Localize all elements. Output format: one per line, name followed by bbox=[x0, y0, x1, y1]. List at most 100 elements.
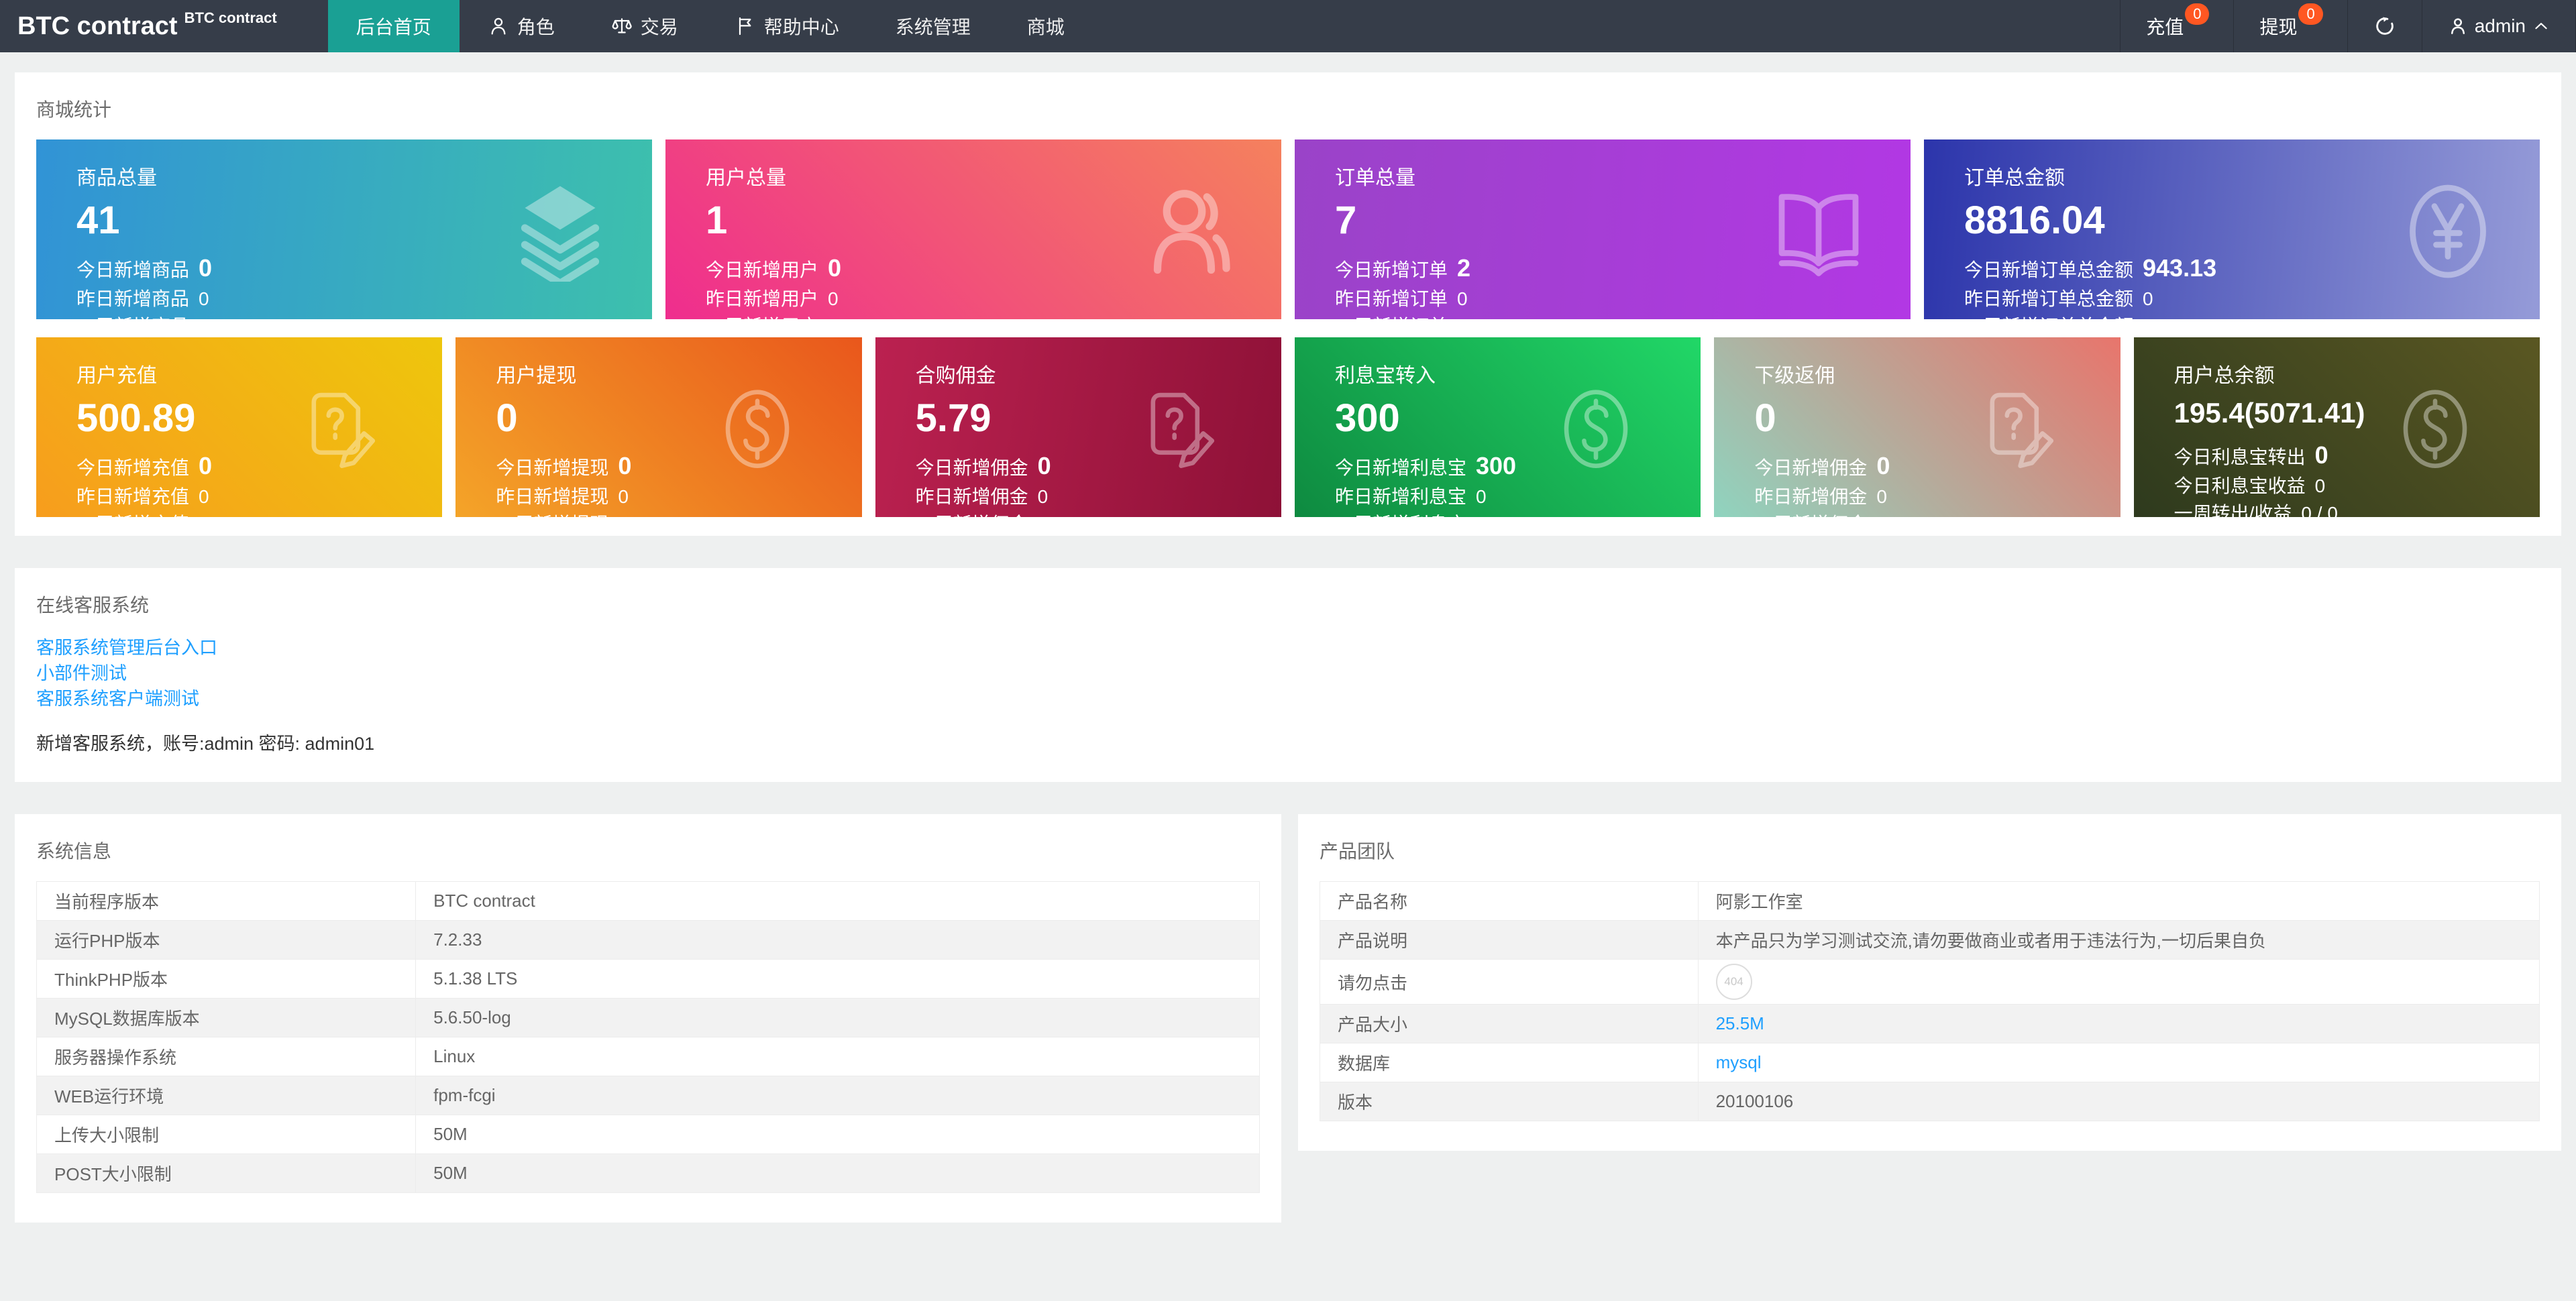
card-line: 今日新增充值 0 bbox=[76, 452, 213, 479]
system-info-title: 系统信息 bbox=[36, 841, 112, 862]
doc-question-icon bbox=[1990, 392, 2053, 468]
product-team-panel: 产品团队 产品名称 阿影工作室 产品说明 本产品只为学习测试交流,请勿要做商业或者用… bbox=[1298, 814, 2561, 1151]
table-row: 上传大小限制 50M bbox=[36, 1115, 1260, 1154]
tab-dashboard[interactable]: 后台首页 bbox=[327, 0, 460, 52]
table-row: 运行PHP版本 7.2.33 bbox=[36, 920, 1260, 960]
product-team-title: 产品团队 bbox=[1320, 841, 1395, 862]
card-line: 一周新增订单2 bbox=[1335, 317, 1911, 319]
card-value: 500.89 bbox=[76, 396, 196, 440]
table-row: 产品名称 阿影工作室 bbox=[1320, 881, 2540, 921]
card-title: 利息宝转入 bbox=[1334, 365, 1436, 387]
card-line: 今日新增提现 0 bbox=[496, 452, 632, 479]
card-line: 一周新增利息宝300 bbox=[1335, 514, 1701, 517]
tab-help-center[interactable]: 帮助中心 bbox=[706, 0, 867, 52]
shop-stats-title: 商城统计 bbox=[36, 99, 112, 120]
card-line: 昨日新增充值 0 bbox=[76, 486, 209, 507]
system-info-table: 当前程序版本 BTC contract 运行PHP版本 7.2.33 ThinkPH… bbox=[36, 881, 1260, 1193]
card-value: 0 bbox=[496, 396, 518, 440]
tab-help-center-label: 帮助中心 bbox=[763, 17, 839, 38]
card-line: 昨日新增佣金 0 bbox=[915, 486, 1049, 507]
user-icon bbox=[491, 17, 506, 35]
tab-system-management[interactable]: 系统管理 bbox=[867, 0, 999, 52]
stat-card-sub-rebate: 下级返佣 0 今日新增佣金0 昨日新增佣金0 一周新增佣金0 bbox=[1714, 337, 2121, 517]
recharge-badge: 0 bbox=[2185, 3, 2210, 25]
tab-trade-label: 交易 bbox=[640, 17, 678, 38]
database-link[interactable]: mysql bbox=[1716, 1052, 1762, 1072]
card-title: 用户总余额 bbox=[2174, 365, 2275, 387]
table-row: WEB运行环境 fpm-fcgi bbox=[36, 1076, 1260, 1115]
table-row: 服务器操作系统 Linux bbox=[36, 1037, 1260, 1076]
stat-card-orders-total: 订单总量 7 今日新增订单2 昨日新增订单0 一周新增订单2 bbox=[1295, 139, 1911, 319]
service-admin-entry-link[interactable]: 客服系统管理后台入口 bbox=[36, 635, 217, 661]
stat-card-interest-transfer-in: 利息宝转入 300 今日新增利息宝300 昨日新增利息宝0 一周新增利息宝300 bbox=[1294, 337, 1701, 517]
shop-stats-panel: 商城统计 商品总量 41 今日新增商品0 昨日新增商品0 一周新增商品0 用户总… bbox=[15, 72, 2561, 536]
card-line: 今日新增佣金 0 bbox=[1754, 452, 1890, 479]
stats-row-1: 商品总量 41 今日新增商品0 昨日新增商品0 一周新增商品0 用户总量 1 今… bbox=[36, 139, 2540, 319]
flag-icon bbox=[739, 17, 751, 36]
stat-card-user-withdraw: 用户提现 0 今日新增提现0 昨日新增提现0 一周新增提现0 bbox=[455, 337, 862, 517]
dollar-circle-icon bbox=[1564, 390, 1628, 468]
service-account-note: 新增客服系统，账号:admin 密码: admin01 bbox=[36, 734, 375, 754]
dollar-circle-icon bbox=[2403, 390, 2467, 468]
card-line: 今日新增佣金 0 bbox=[915, 452, 1051, 479]
stat-card-user-balance: 用户总余额 195.4(5071.41) 今日利息宝转出 0 今日利息宝收益 0 一… bbox=[2133, 337, 2540, 517]
scales-icon bbox=[612, 18, 632, 34]
withdraw-badge: 0 bbox=[2298, 3, 2323, 25]
card-line: 昨日新增订单总金额 0 bbox=[1964, 288, 2153, 309]
table-row: 数据库 mysql bbox=[1320, 1043, 2540, 1082]
widget-test-link[interactable]: 小部件测试 bbox=[36, 661, 127, 686]
card-line: 昨日新增利息宝 0 bbox=[1334, 486, 1487, 507]
recharge-label: 充值 bbox=[2146, 17, 2184, 38]
stat-card-group-commission: 合购佣金 5.79 今日新增佣金0 昨日新增佣金0 一周新增佣金0 bbox=[875, 337, 1281, 517]
stat-card-user-recharge: 用户充值 500.89 今日新增充值0 昨日新增充值0 一周新增充值0 bbox=[36, 337, 443, 517]
table-row: 产品说明 本产品只为学习测试交流,请勿要做商业或者用于违法行为,一切后果自负 bbox=[1320, 920, 2540, 960]
table-row: 请勿点击 404 bbox=[1320, 959, 2540, 1005]
system-info-panel: 系统信息 当前程序版本 BTC contract 运行PHP版本 7.2.33 Th… bbox=[15, 814, 1281, 1223]
recharge-button[interactable]: 充值 0 bbox=[2120, 0, 2233, 52]
card-line: 一周新增佣金0 bbox=[916, 514, 1281, 517]
card-value: 195.4(5071.41) bbox=[2174, 397, 2365, 429]
tab-mall[interactable]: 商城 bbox=[999, 0, 1093, 52]
card-line: 今日利息宝转出 0 bbox=[2174, 441, 2328, 469]
card-title: 用户充值 bbox=[76, 365, 157, 387]
table-row: 版本 20100106 bbox=[1320, 1082, 2540, 1121]
chevron-up-icon bbox=[2535, 23, 2547, 30]
book-icon bbox=[1778, 194, 1859, 276]
table-row: 产品大小 25.5M bbox=[1320, 1004, 2540, 1043]
tab-mall-label: 商城 bbox=[1026, 17, 1065, 38]
card-line: 一周新增订单总金额943.13 bbox=[1964, 317, 2540, 319]
tab-trade[interactable]: 交易 bbox=[583, 0, 706, 52]
card-line: 一周新增佣金0 bbox=[1754, 514, 2120, 517]
service-client-test-link[interactable]: 客服系统客户端测试 bbox=[36, 686, 199, 712]
stat-card-orders-amount: 订单总金额 8816.04 今日新增订单总金额 943.13 昨日新增订单总金额 0… bbox=[1924, 139, 2540, 319]
card-value: 5.79 bbox=[915, 396, 991, 440]
card-title: 用户提现 bbox=[496, 365, 577, 387]
customer-service-panel: 在线客服系统 客服系统管理后台入口 小部件测试 客服系统客户端测试 新增客服系统… bbox=[15, 568, 2561, 782]
app-logo-text: BTC contract bbox=[17, 11, 178, 40]
table-row: MySQL数据库版本 5.6.50-log bbox=[36, 998, 1260, 1037]
app-logo: BTC contract BTC contract bbox=[0, 0, 294, 52]
table-row: 当前程序版本 BTC contract bbox=[36, 881, 1260, 921]
app-logo-superscript: BTC contract bbox=[184, 9, 277, 26]
card-line: 昨日新增提现 0 bbox=[496, 486, 629, 507]
card-line: 今日新增利息宝 300 bbox=[1334, 452, 1517, 479]
card-line: 一周新增商品0 bbox=[76, 317, 652, 319]
card-title: 合购佣金 bbox=[915, 365, 996, 387]
broken-image-404-placeholder: 404 bbox=[1715, 964, 1752, 1000]
withdraw-button[interactable]: 提现 0 bbox=[2233, 0, 2347, 52]
table-row: POST大小限制 50M bbox=[36, 1153, 1260, 1193]
product-size-link[interactable]: 25.5M bbox=[1716, 1013, 1764, 1033]
withdraw-label: 提现 bbox=[2259, 17, 2298, 38]
product-team-table: 产品名称 阿影工作室 产品说明 本产品只为学习测试交流,请勿要做商业或者用于违法行为… bbox=[1320, 881, 2540, 1121]
stat-card-goods-total: 商品总量 41 今日新增商品0 昨日新增商品0 一周新增商品0 bbox=[36, 139, 652, 319]
tab-roles[interactable]: 角色 bbox=[460, 0, 583, 52]
card-line: 昨日新增商品 0 bbox=[76, 288, 209, 309]
refresh-button[interactable] bbox=[2347, 0, 2422, 52]
card-line: 昨日新增用户 0 bbox=[706, 288, 839, 309]
yen-circle-icon bbox=[2410, 184, 2486, 278]
user-menu[interactable]: admin bbox=[2421, 0, 2576, 52]
layers-icon bbox=[521, 186, 600, 282]
card-title: 下级返佣 bbox=[1754, 365, 1835, 387]
user-icon bbox=[2451, 18, 2465, 34]
customer-service-title: 在线客服系统 bbox=[36, 595, 150, 616]
